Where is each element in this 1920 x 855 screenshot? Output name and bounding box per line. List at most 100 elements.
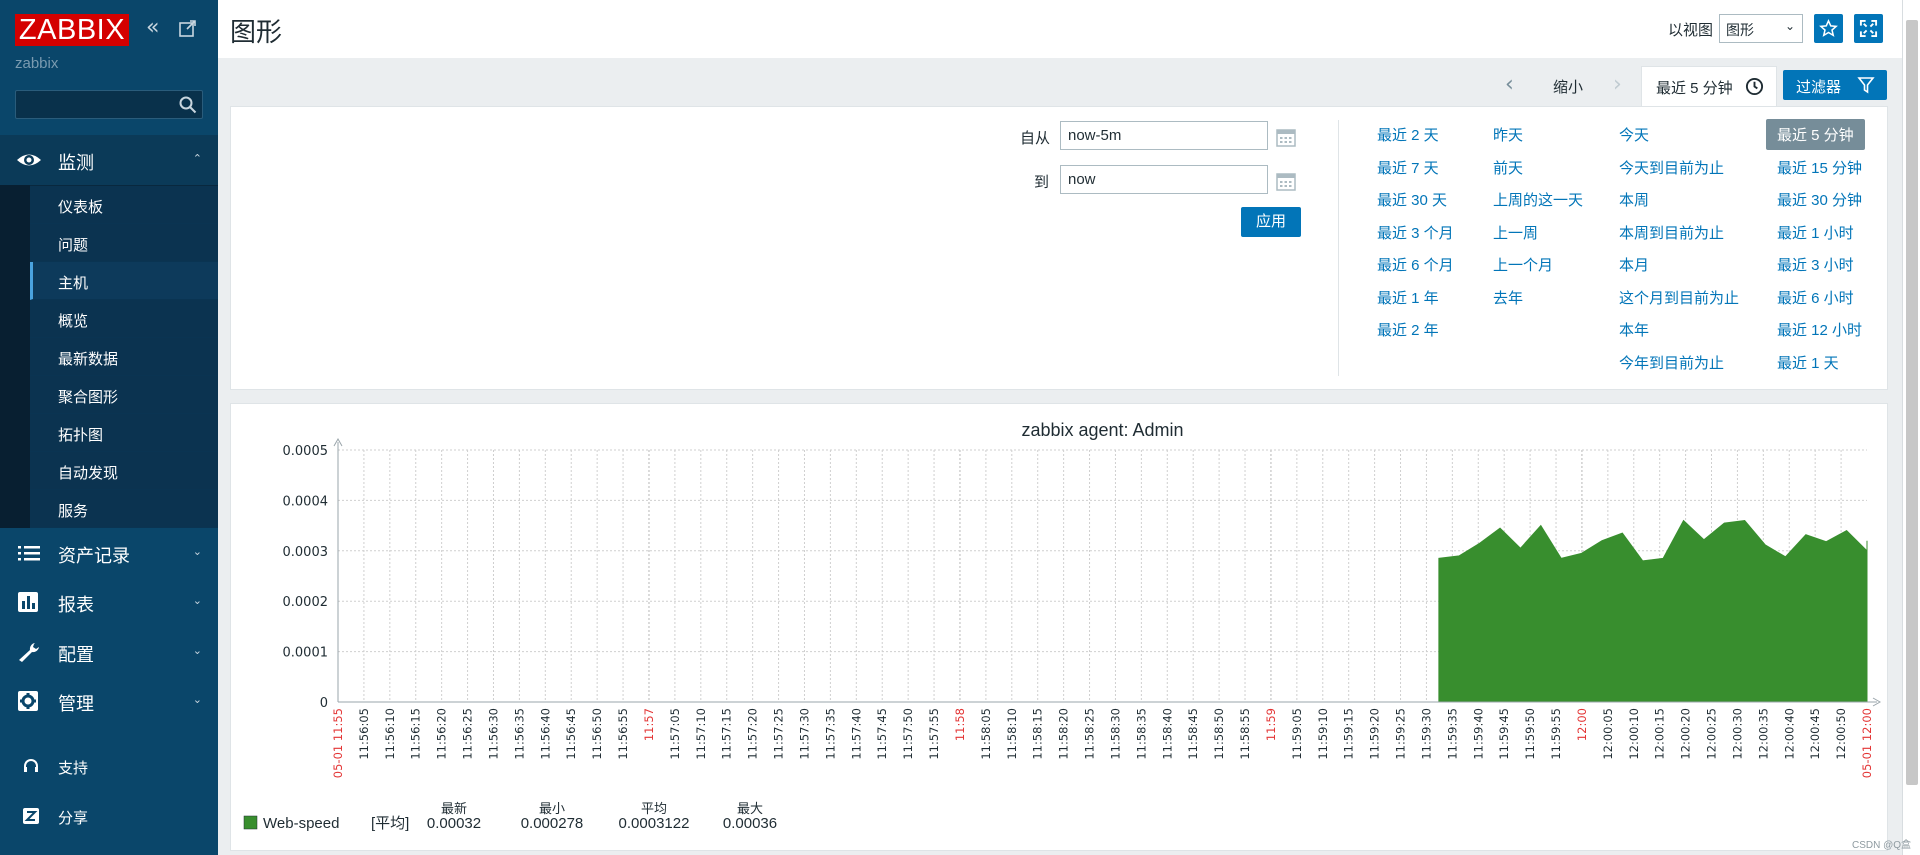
x-tick-label: 11:56:40 [538,708,552,760]
sidebar-item-label: 概览 [58,313,89,330]
scrollbar-thumb[interactable] [1906,20,1918,785]
legend-swatch [243,815,258,830]
x-tick-label: 11:56:25 [461,708,475,760]
quick-range-link[interactable]: 今年到目前为止 [1619,352,1724,373]
menu-support[interactable]: 支持 [0,744,218,788]
calendar-icon[interactable] [1275,126,1297,148]
quick-range-link[interactable]: 最近 1 天 [1777,352,1839,373]
x-tick-label: 11:58:15 [1031,708,1045,760]
list-icon [18,546,40,561]
zabbix-logo[interactable]: ZABBIX [15,14,129,46]
bar-chart-icon [18,592,38,612]
quick-range-link[interactable]: 本周到目前为止 [1619,222,1724,243]
x-tick-label: 11:57:30 [797,708,811,760]
quick-range-link[interactable]: 最近 30 天 [1377,189,1447,210]
sidebar-item[interactable]: 主机 [30,262,218,300]
quick-range-link[interactable]: 最近 1 小时 [1777,222,1854,243]
sidebar-item-label: 仪表板 [58,199,104,216]
menu-administration[interactable]: 管理 ⌄ [0,676,218,726]
filter-button[interactable]: 过滤器 [1783,70,1887,100]
graph-chart[interactable]: zabbix agent: Admin 05-01 11:55 11:56:05 11… [231,404,1889,852]
quick-range-link[interactable]: 最近 15 分钟 [1777,157,1862,178]
quick-range-link[interactable]: 这个月到目前为止 [1619,287,1739,308]
quick-range-link[interactable]: 最近 1 年 [1377,287,1439,308]
sidebar-item[interactable]: 服务 [30,490,218,528]
x-tick-label: 11:57:25 [772,708,786,760]
sidebar-search-input[interactable] [15,90,203,119]
sidebar-item-label: 最新数据 [58,351,119,368]
star-icon [1819,19,1838,37]
quick-range-link[interactable]: 本年 [1619,319,1649,340]
quick-range-link[interactable]: 最近 3 个月 [1377,222,1454,243]
y-tick-label: 0.0005 [283,444,329,459]
quick-range-link[interactable]: 上一周 [1493,222,1538,243]
quick-range-link[interactable]: 最近 30 分钟 [1777,189,1862,210]
quick-range-link[interactable]: 上周的这一天 [1493,189,1583,210]
menu-inventory-label: 资产记录 [58,546,130,566]
menu-monitoring[interactable]: 监测 ⌃ [0,135,218,185]
legend-stat-value: 0.000278 [521,815,584,832]
x-tick-label: 11:58:45 [1186,708,1200,760]
quick-range-link[interactable]: 最近 2 年 [1377,319,1439,340]
x-tick-label: 11:58:50 [1212,708,1226,760]
calendar-icon[interactable] [1275,170,1297,192]
menu-share[interactable]: 分享 [0,794,218,838]
quick-range-link[interactable]: 去年 [1493,287,1523,308]
x-tick-label: 11:59:50 [1523,708,1537,760]
add-to-favorites-button[interactable] [1814,14,1843,43]
sidebar-item[interactable]: 聚合图形 [30,376,218,414]
quick-range-link[interactable]: 最近 3 小时 [1777,254,1854,275]
zoom-out-button[interactable]: 缩小 [1553,76,1583,97]
x-tick-label: 11:59:20 [1368,708,1382,760]
time-previous-icon[interactable]: ‹ [1505,72,1514,97]
apply-button[interactable]: 应用 [1241,207,1301,237]
x-tick-label: 11:57 [642,708,656,741]
quick-range-link[interactable]: 最近 12 小时 [1777,319,1862,340]
headset-icon [24,759,38,772]
sidebar-item-label: 主机 [58,275,89,292]
quick-range-link[interactable]: 前天 [1493,157,1523,178]
x-tick-label: 11:56:55 [616,708,630,760]
quick-range-link[interactable]: 今天到目前为止 [1619,157,1724,178]
sidebar-item[interactable]: 概览 [30,300,218,338]
quick-range-link[interactable]: 本周 [1619,189,1649,210]
sidebar-item[interactable]: 拓扑图 [30,414,218,452]
quick-range-link[interactable]: 今天 [1619,124,1649,145]
y-tick-label: 0.0004 [283,494,329,509]
quick-range-link[interactable]: 本月 [1619,254,1649,275]
sidebar-item[interactable]: 仪表板 [30,186,218,224]
to-input[interactable]: now [1060,165,1268,194]
sidebar-item[interactable]: 最新数据 [30,338,218,376]
quick-range-link[interactable]: 上一个月 [1493,254,1553,275]
quick-range-link[interactable]: 最近 2 天 [1377,124,1439,145]
quick-range-link[interactable]: 最近 7 天 [1377,157,1439,178]
sidebar-item[interactable]: 自动发现 [30,452,218,490]
menu-inventory[interactable]: 资产记录 ⌄ [0,528,218,578]
kiosk-mode-icon[interactable] [178,18,200,40]
x-tick-label: 05-01 12:00 [1860,708,1874,778]
page-scrollbar[interactable] [1902,0,1920,855]
x-tick-label: 11:57:45 [875,708,889,760]
wrench-icon [19,643,39,662]
from-input[interactable]: now-5m [1060,121,1268,150]
quick-range-link[interactable]: 最近 5 分钟 [1766,119,1865,150]
search-icon[interactable] [178,95,198,115]
collapse-sidebar-icon[interactable]: « [146,17,168,40]
time-range-tab[interactable]: 最近 5 分钟 [1641,66,1777,108]
quick-range-link[interactable]: 最近 6 小时 [1777,287,1854,308]
menu-configuration[interactable]: 配置 ⌄ [0,627,218,677]
menu-reports[interactable]: 报表 ⌄ [0,577,218,627]
x-tick-label: 12:00:05 [1601,708,1615,760]
quick-range-link[interactable]: 最近 6 个月 [1377,254,1454,275]
x-tick-label: 11:59:45 [1497,708,1511,760]
x-tick-label: 11:59:15 [1342,708,1356,760]
fullscreen-button[interactable] [1854,14,1883,43]
x-tick-label: 11:59:40 [1471,708,1485,760]
sidebar-item-label: 聚合图形 [58,389,119,406]
quick-range-link[interactable]: 昨天 [1493,124,1523,145]
sidebar-item[interactable]: 问题 [30,224,218,262]
view-as-select[interactable]: 图形 ⌄ [1719,14,1803,43]
time-next-icon[interactable]: › [1613,72,1622,97]
legend-function: [平均] [371,815,409,832]
legend-stat-value: 0.00036 [723,815,777,832]
